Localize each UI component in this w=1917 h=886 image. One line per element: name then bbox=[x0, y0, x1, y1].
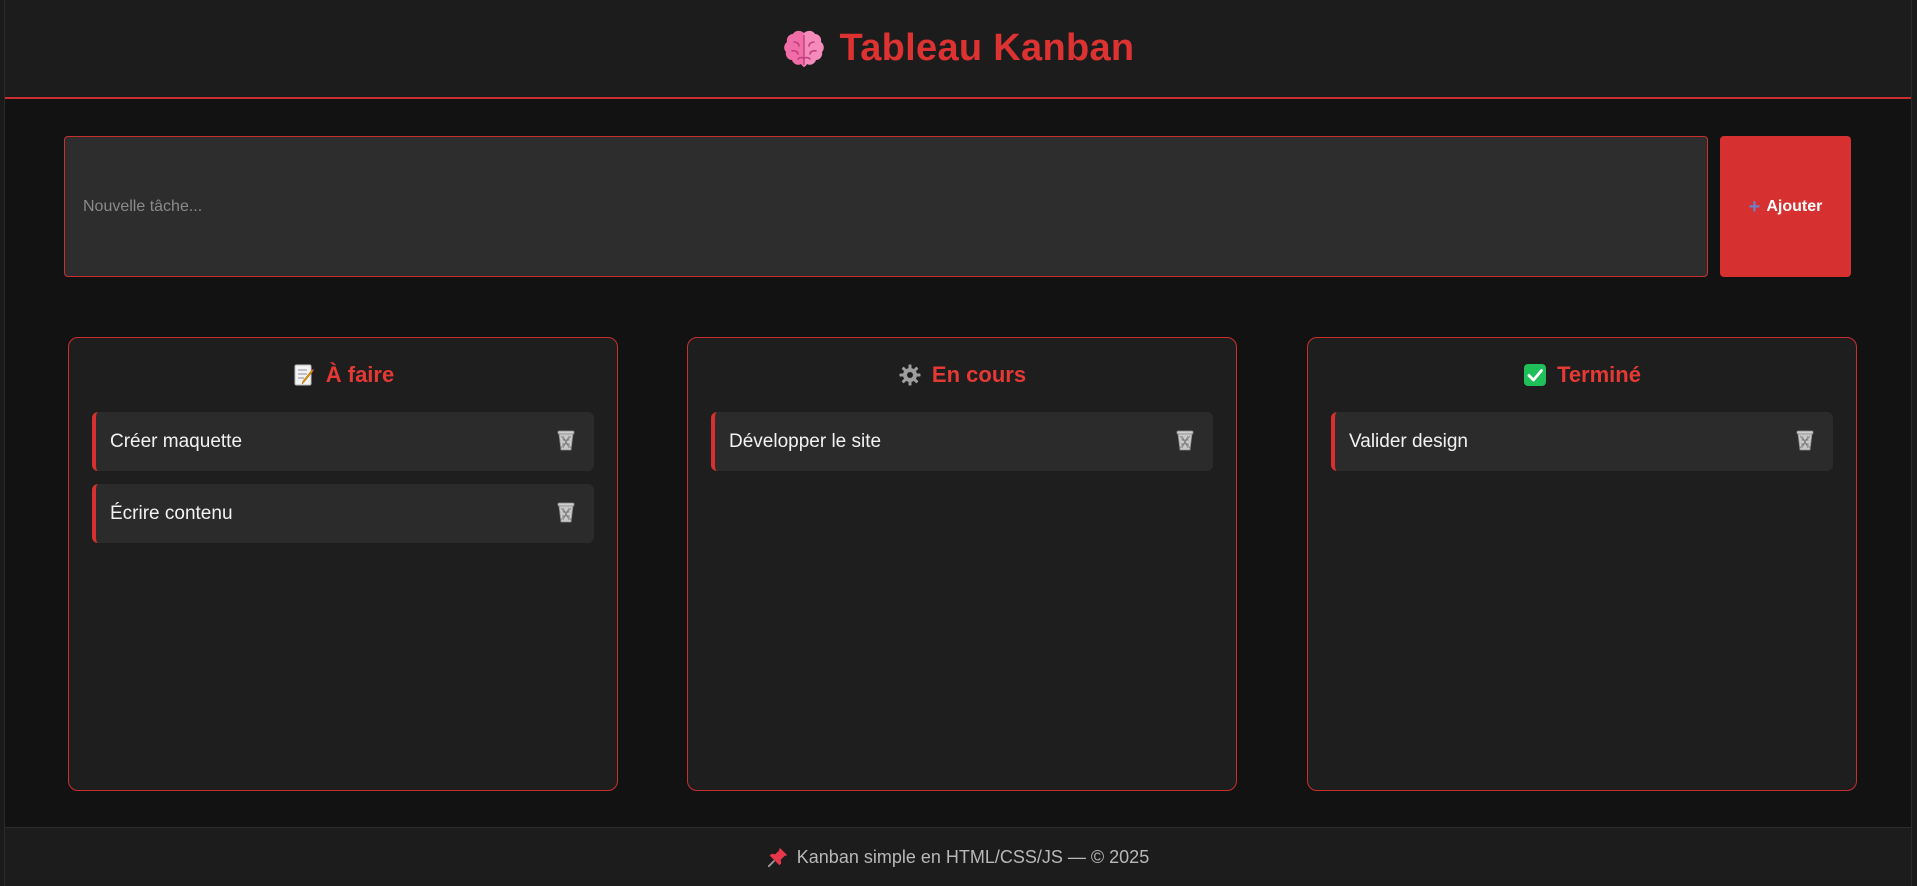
column-header: À faire bbox=[92, 338, 594, 412]
kanban-board: À faire Créer maquette Écrire contenu En… bbox=[64, 337, 1857, 791]
column-in-progress: En cours Développer le site bbox=[687, 337, 1237, 791]
header: Tableau Kanban bbox=[5, 0, 1911, 99]
plus-icon: + bbox=[1748, 195, 1761, 218]
new-task-input[interactable] bbox=[64, 136, 1708, 277]
column-header: Terminé bbox=[1331, 338, 1833, 412]
add-task-button[interactable]: + Ajouter bbox=[1720, 136, 1851, 277]
check-box-icon bbox=[1523, 363, 1547, 387]
app-window: Tableau Kanban + Ajouter bbox=[4, 0, 1912, 886]
delete-task-button[interactable] bbox=[552, 428, 580, 456]
gear-icon bbox=[898, 363, 922, 387]
task-text: Valider design bbox=[1349, 430, 1469, 452]
footer: Kanban simple en HTML/CSS/JS — © 2025 bbox=[5, 827, 1911, 886]
memo-icon bbox=[292, 363, 316, 387]
page-title: Tableau Kanban bbox=[839, 27, 1135, 69]
footer-text: Kanban simple en HTML/CSS/JS — © 2025 bbox=[796, 846, 1150, 867]
column-title: Terminé bbox=[1557, 362, 1641, 387]
column-title: En cours bbox=[931, 362, 1027, 387]
delete-task-button[interactable] bbox=[1171, 428, 1199, 456]
trash-icon bbox=[1173, 428, 1197, 455]
task-card[interactable]: Écrire contenu bbox=[92, 484, 594, 543]
column-header: En cours bbox=[711, 338, 1213, 412]
add-button-label: Ajouter bbox=[1766, 197, 1823, 215]
task-text: Développer le site bbox=[729, 430, 882, 452]
add-task-form: + Ajouter bbox=[64, 136, 1854, 277]
task-card[interactable]: Développer le site bbox=[711, 412, 1213, 471]
task-card[interactable]: Valider design bbox=[1331, 412, 1833, 471]
task-text: Écrire contenu bbox=[110, 502, 233, 524]
pin-icon bbox=[767, 846, 789, 868]
brain-icon bbox=[782, 27, 826, 71]
column-done: Terminé Valider design bbox=[1307, 337, 1857, 791]
column-todo: À faire Créer maquette Écrire contenu bbox=[68, 337, 618, 791]
delete-task-button[interactable] bbox=[1791, 428, 1819, 456]
column-title: À faire bbox=[325, 362, 395, 387]
trash-icon bbox=[1793, 428, 1817, 455]
delete-task-button[interactable] bbox=[552, 500, 580, 528]
task-text: Créer maquette bbox=[110, 430, 243, 452]
trash-icon bbox=[554, 500, 578, 527]
trash-icon bbox=[554, 428, 578, 455]
task-card[interactable]: Créer maquette bbox=[92, 412, 594, 471]
